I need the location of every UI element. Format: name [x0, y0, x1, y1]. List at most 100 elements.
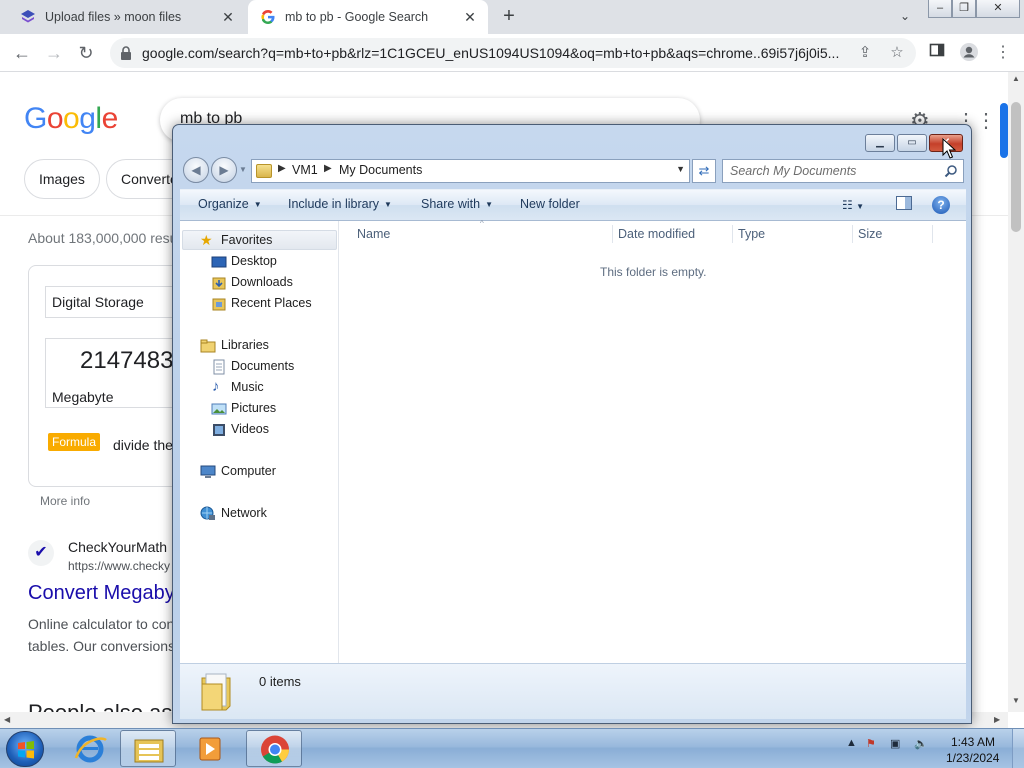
back-arrow-icon[interactable]: ←	[11, 42, 33, 64]
breadcrumb-my-documents[interactable]: My Documents	[339, 163, 422, 177]
chip-images[interactable]: Images	[24, 159, 100, 199]
computer-icon	[200, 465, 216, 478]
windows-taskbar: ▲ ⚑ ▣ 🔈 1:43 AM 1/23/2024	[0, 728, 1024, 768]
explorer-minimize-button[interactable]: ▁	[865, 134, 895, 152]
new-folder-button[interactable]: New folder	[520, 197, 580, 211]
search-icon[interactable]	[944, 164, 958, 178]
result-url[interactable]: https://www.checky	[68, 559, 170, 573]
forward-arrow-icon[interactable]: →	[43, 42, 65, 64]
google-logo[interactable]: Google	[24, 102, 118, 136]
column-divider[interactable]	[932, 225, 933, 243]
include-in-library-button[interactable]: Include in library ▼	[288, 197, 392, 211]
large-folder-icon	[201, 673, 231, 711]
nav-downloads[interactable]: Downloads	[231, 275, 293, 289]
scroll-accent	[1000, 103, 1008, 158]
network-tray-icon[interactable]: ▣	[890, 737, 900, 750]
column-divider[interactable]	[852, 225, 853, 243]
libraries-icon	[200, 339, 216, 353]
scroll-down-arrow-icon[interactable]: ▼	[1008, 696, 1024, 710]
forward-arrow-icon[interactable]: ▶	[211, 157, 237, 183]
nav-computer[interactable]: Computer	[221, 464, 276, 478]
converter-value: 2147483	[80, 347, 174, 374]
scrollbar-thumb[interactable]	[1011, 102, 1021, 232]
profile-avatar-icon[interactable]	[958, 42, 980, 64]
browser-close-button[interactable]: ✕	[976, 0, 1020, 18]
nav-recent-places[interactable]: Recent Places	[231, 296, 312, 310]
scroll-left-arrow-icon[interactable]: ◀	[4, 715, 10, 724]
downloads-icon	[212, 277, 226, 290]
folder-icon	[256, 164, 272, 178]
taskbar-windows-explorer[interactable]	[120, 730, 176, 767]
more-info-link[interactable]: More info	[40, 494, 90, 508]
tab-close-icon[interactable]: ✕	[462, 9, 478, 25]
desktop-icon	[211, 256, 227, 268]
reload-icon[interactable]: ↻	[75, 42, 97, 64]
address-bar[interactable]: google.com/search?q=mb+to+pb&rlz=1C1GCEU…	[110, 38, 916, 68]
column-header-size[interactable]: Size	[858, 227, 882, 241]
breadcrumb-vm1[interactable]: VM1	[292, 163, 318, 177]
nav-desktop[interactable]: Desktop	[231, 254, 277, 268]
taskbar-chrome[interactable]	[246, 730, 302, 767]
side-panel-icon[interactable]	[926, 42, 948, 64]
clock-time[interactable]: 1:43 AM	[951, 735, 995, 749]
music-note-icon: ♪	[212, 378, 220, 395]
taskbar-media-player[interactable]	[182, 730, 238, 767]
tab-google-search[interactable]: mb to pb - Google Search ✕	[248, 0, 488, 34]
show-desktop-button[interactable]	[1012, 729, 1024, 768]
share-icon[interactable]: ⇪	[856, 44, 874, 62]
start-button[interactable]	[6, 731, 44, 767]
taskbar-internet-explorer[interactable]	[62, 730, 118, 767]
nav-videos[interactable]: Videos	[231, 422, 269, 436]
explorer-address-bar[interactable]: ▶ VM1 ▶ My Documents ▼	[251, 159, 690, 183]
action-center-flag-icon[interactable]: ⚑	[866, 737, 876, 750]
breadcrumb-separator-icon[interactable]: ▶	[278, 163, 286, 174]
scroll-up-arrow-icon[interactable]: ▲	[1008, 74, 1024, 88]
tab-title: mb to pb - Google Search	[285, 10, 429, 24]
nav-favorites[interactable]: Favorites	[221, 233, 272, 247]
recent-pages-dropdown-icon[interactable]: ▼	[239, 165, 247, 174]
tab-search-chevron-icon[interactable]: ⌄	[896, 9, 914, 25]
result-site-name[interactable]: CheckYourMath	[68, 539, 167, 555]
address-dropdown-icon[interactable]: ▼	[676, 164, 685, 174]
windows-logo-icon	[18, 741, 34, 759]
nav-documents[interactable]: Documents	[231, 359, 294, 373]
preview-pane-icon[interactable]	[896, 196, 912, 214]
pictures-icon	[211, 403, 227, 415]
change-view-icon[interactable]: ☷ ▼	[842, 196, 864, 214]
tab-upload-files[interactable]: Upload files » moon files ✕	[8, 0, 246, 34]
browser-restore-button[interactable]: ❐	[952, 0, 976, 18]
nav-music[interactable]: Music	[231, 380, 264, 394]
nav-libraries[interactable]: Libraries	[221, 338, 269, 352]
column-header-date-modified[interactable]: Date modified	[618, 227, 695, 241]
browser-menu-icon[interactable]: ⋮	[992, 42, 1014, 64]
documents-icon	[213, 359, 225, 375]
share-with-button[interactable]: Share with ▼	[421, 197, 493, 211]
result-title-link[interactable]: Convert Megaby	[28, 582, 175, 605]
volume-muted-icon[interactable]: 🔈	[914, 737, 928, 750]
internet-explorer-icon	[74, 735, 107, 763]
column-header-type[interactable]: Type	[738, 227, 765, 241]
organize-button[interactable]: Organize ▼	[198, 197, 262, 211]
explorer-maximize-button[interactable]: ▭	[897, 134, 927, 152]
refresh-icon[interactable]: ⇄	[692, 159, 716, 183]
nav-network[interactable]: Network	[221, 506, 267, 520]
scroll-right-arrow-icon[interactable]: ▶	[994, 715, 1000, 724]
tab-close-icon[interactable]: ✕	[220, 9, 236, 25]
breadcrumb-separator-icon[interactable]: ▶	[324, 163, 332, 174]
bookmark-star-icon[interactable]: ☆	[888, 44, 906, 62]
new-tab-button[interactable]: +	[498, 6, 520, 28]
column-divider[interactable]	[612, 225, 613, 243]
lock-icon	[121, 46, 131, 60]
page-vertical-scrollbar[interactable]: ▲ ▼	[1008, 72, 1024, 712]
back-arrow-icon[interactable]: ◀	[183, 157, 209, 183]
column-divider[interactable]	[732, 225, 733, 243]
show-hidden-icons-icon[interactable]: ▲	[846, 737, 857, 749]
browser-minimize-button[interactable]: –	[928, 0, 952, 18]
nav-pictures[interactable]: Pictures	[231, 401, 276, 415]
explorer-search-input[interactable]: Search My Documents	[722, 159, 964, 183]
clock-date[interactable]: 1/23/2024	[946, 751, 999, 765]
recent-places-icon	[212, 298, 226, 311]
help-icon[interactable]: ?	[932, 196, 950, 214]
url-text: google.com/search?q=mb+to+pb&rlz=1C1GCEU…	[142, 45, 840, 61]
column-header-name[interactable]: Name	[357, 227, 390, 241]
